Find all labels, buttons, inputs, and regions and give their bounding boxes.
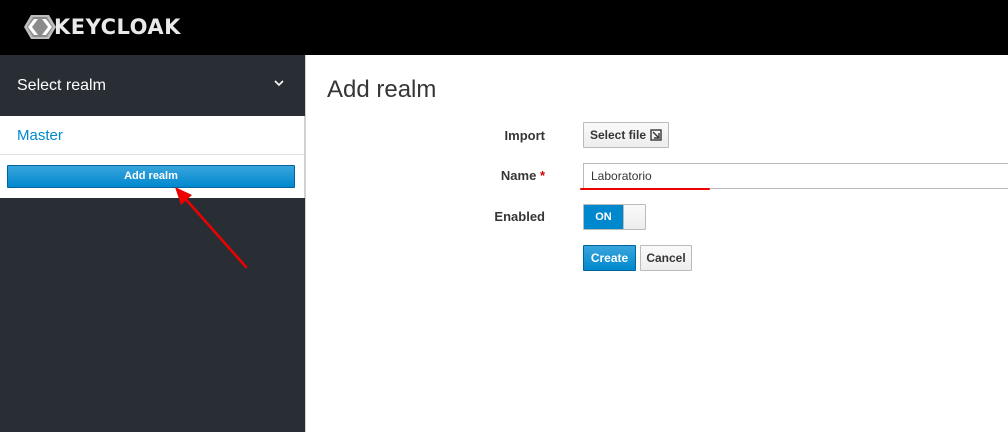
- realm-name-input[interactable]: [583, 163, 1008, 189]
- create-button[interactable]: Create: [583, 245, 636, 271]
- toggle-knob: [623, 205, 645, 229]
- select-file-label: Select file: [589, 128, 647, 142]
- realm-selector[interactable]: Select realm: [0, 55, 305, 116]
- sidebar: Select realm Master Add realm: [0, 55, 305, 432]
- name-label-text: Name: [500, 168, 537, 183]
- brand-name: KEYCLOAK: [54, 15, 181, 39]
- chevron-down-icon: [274, 80, 284, 87]
- realm-item-label: Master: [17, 126, 63, 144]
- brand-logo[interactable]: KEYCLOAK: [18, 14, 181, 40]
- annotation-underline: [580, 188, 710, 190]
- top-navbar: KEYCLOAK: [0, 0, 1008, 55]
- realm-selector-label: Select realm: [17, 76, 106, 94]
- realm-dropdown-menu: Master Add realm: [0, 116, 305, 198]
- file-import-icon: [650, 129, 662, 141]
- cancel-button[interactable]: Cancel: [640, 245, 692, 271]
- import-label: Import: [504, 128, 545, 143]
- name-label: Name *: [395, 168, 545, 183]
- main-content: Add realm Import Select file Name * Enab…: [305, 55, 1008, 432]
- select-file-button[interactable]: Select file: [583, 122, 669, 148]
- enabled-label: Enabled: [494, 209, 545, 224]
- realm-item-master[interactable]: Master: [0, 116, 304, 155]
- toggle-on-label: ON: [584, 205, 623, 229]
- annotation-arrow-icon: [175, 187, 248, 269]
- page-title: Add realm: [327, 76, 437, 103]
- required-marker: *: [539, 168, 545, 183]
- enabled-toggle[interactable]: ON: [583, 204, 646, 230]
